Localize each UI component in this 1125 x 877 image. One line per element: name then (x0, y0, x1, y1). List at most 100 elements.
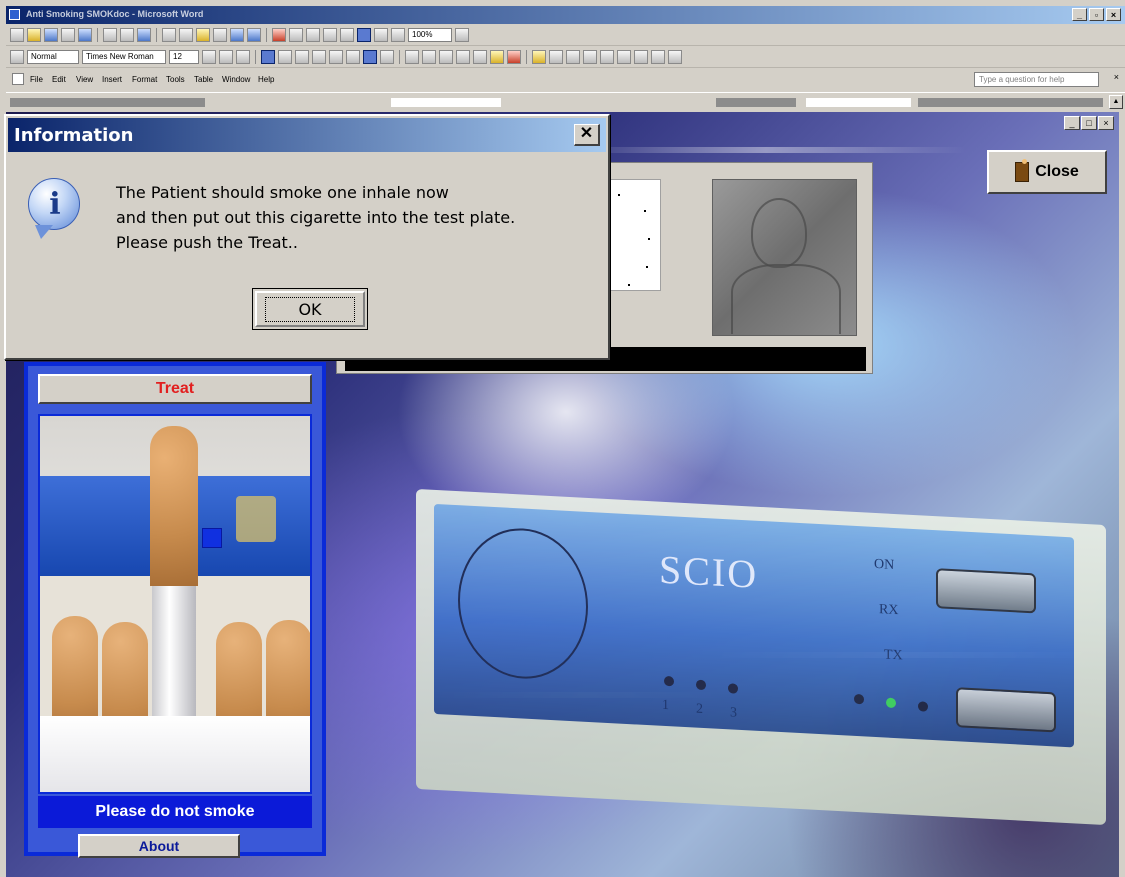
accept-change-icon[interactable] (566, 50, 580, 64)
columns-icon[interactable] (340, 28, 354, 42)
cigarette-panel: Treat Please do not smoke About (24, 362, 326, 858)
app-window-controls: _ □ × (1064, 116, 1114, 130)
justify-icon[interactable] (312, 50, 326, 64)
window-title: Anti Smoking SMOKdoc - Microsoft Word (26, 9, 204, 19)
permission-icon[interactable] (61, 28, 75, 42)
photo-head-outline (751, 198, 807, 268)
scio-device-image: SCIO ON RX TX 1 2 3 (416, 488, 1106, 826)
bold-icon[interactable] (202, 50, 216, 64)
menu-help[interactable]: Help (258, 75, 274, 84)
led-dot (728, 683, 738, 694)
reviewing-pane-icon[interactable] (651, 50, 665, 64)
insert-table-icon[interactable] (306, 28, 320, 42)
hyperlink-icon[interactable] (272, 28, 286, 42)
align-right-icon[interactable] (295, 50, 309, 64)
increase-indent-icon[interactable] (456, 50, 470, 64)
help-search-input[interactable]: Type a question for help (974, 72, 1099, 87)
font-size-select[interactable]: 12 (169, 50, 199, 64)
minimize-button[interactable]: _ (1072, 8, 1087, 21)
font-select[interactable]: Times New Roman (82, 50, 166, 64)
dialog-message: The Patient should smoke one inhale now … (116, 180, 515, 255)
toolbar-separator (526, 50, 527, 64)
italic-icon[interactable] (219, 50, 233, 64)
about-button[interactable]: About (78, 834, 240, 858)
menu-tools[interactable]: Tools (166, 75, 185, 84)
treat-button[interactable]: Treat (38, 374, 312, 404)
menu-insert[interactable]: Insert (102, 75, 122, 84)
ok-button[interactable]: OK (252, 288, 368, 330)
next-change-icon[interactable] (617, 50, 631, 64)
highlight-icon[interactable] (490, 50, 504, 64)
information-icon: i (28, 178, 80, 239)
ltr-icon[interactable] (363, 50, 377, 64)
track-changes-icon[interactable] (549, 50, 563, 64)
dialog-titlebar: Information ✕ (8, 118, 606, 152)
led-dot (854, 693, 864, 705)
print-preview-icon[interactable] (120, 28, 134, 42)
app-maximize-button[interactable]: □ (1081, 116, 1097, 130)
line-spacing-icon[interactable] (346, 50, 360, 64)
menu-table[interactable]: Table (194, 75, 213, 84)
style-select[interactable]: Normal (27, 50, 79, 64)
align-left-icon[interactable] (261, 50, 275, 64)
toolbar-separator (97, 28, 98, 42)
close-document-icon[interactable]: × (1114, 72, 1119, 82)
led-dot (696, 679, 706, 691)
copy-icon[interactable] (179, 28, 193, 42)
insert-comment-icon[interactable] (634, 50, 648, 64)
spelling-icon[interactable] (137, 28, 151, 42)
font-color-icon[interactable] (507, 50, 521, 64)
drawing-icon[interactable] (357, 28, 371, 42)
paste-icon[interactable] (196, 28, 210, 42)
app-minimize-button[interactable]: _ (1064, 116, 1080, 130)
bullets-icon[interactable] (422, 50, 436, 64)
tables-borders-icon[interactable] (289, 28, 303, 42)
previous-change-icon[interactable] (600, 50, 614, 64)
patient-photo (712, 179, 857, 336)
redo-icon[interactable] (247, 28, 261, 42)
outside-border-icon[interactable] (473, 50, 487, 64)
word-icon (9, 9, 20, 20)
close-window-button[interactable]: × (1106, 8, 1121, 21)
styles-icon[interactable] (10, 50, 24, 64)
led-label-tx: TX (884, 647, 903, 664)
save-icon[interactable] (44, 28, 58, 42)
print-icon[interactable] (103, 28, 117, 42)
serial-port-top (936, 568, 1036, 614)
document-map-icon[interactable] (374, 28, 388, 42)
menu-window[interactable]: Window (222, 75, 250, 84)
decrease-indent-icon[interactable] (439, 50, 453, 64)
cut-icon[interactable] (162, 28, 176, 42)
insert-picture-icon[interactable] (532, 50, 546, 64)
insert-excel-icon[interactable] (323, 28, 337, 42)
dialog-close-button[interactable]: ✕ (574, 124, 600, 146)
led-dot-green (886, 697, 896, 709)
zoom-select[interactable]: 100% (408, 28, 452, 42)
new-document-icon[interactable] (10, 28, 24, 42)
numbering-icon[interactable] (405, 50, 419, 64)
align-center-icon[interactable] (278, 50, 292, 64)
led-number: 2 (696, 701, 703, 717)
scroll-up-icon[interactable]: ▲ (1109, 95, 1123, 109)
reject-change-icon[interactable] (583, 50, 597, 64)
help-icon[interactable] (455, 28, 469, 42)
open-folder-icon[interactable] (27, 28, 41, 42)
email-icon[interactable] (78, 28, 92, 42)
restore-button[interactable]: ▫ (1089, 8, 1104, 21)
show-hide-icon[interactable] (391, 28, 405, 42)
rtl-icon[interactable] (380, 50, 394, 64)
app-close-window-button[interactable]: × (1098, 116, 1114, 130)
close-button[interactable]: Close (987, 150, 1107, 194)
undo-icon[interactable] (230, 28, 244, 42)
pack-front (40, 716, 310, 792)
menu-format[interactable]: Format (132, 75, 157, 84)
document-icon[interactable] (12, 73, 24, 85)
menu-view[interactable]: View (76, 75, 93, 84)
ruler-margin (716, 98, 796, 107)
menu-file[interactable]: File (30, 75, 43, 84)
distributed-icon[interactable] (329, 50, 343, 64)
format-painter-icon[interactable] (213, 28, 227, 42)
underline-icon[interactable] (236, 50, 250, 64)
menu-edit[interactable]: Edit (52, 75, 66, 84)
research-icon[interactable] (668, 50, 682, 64)
